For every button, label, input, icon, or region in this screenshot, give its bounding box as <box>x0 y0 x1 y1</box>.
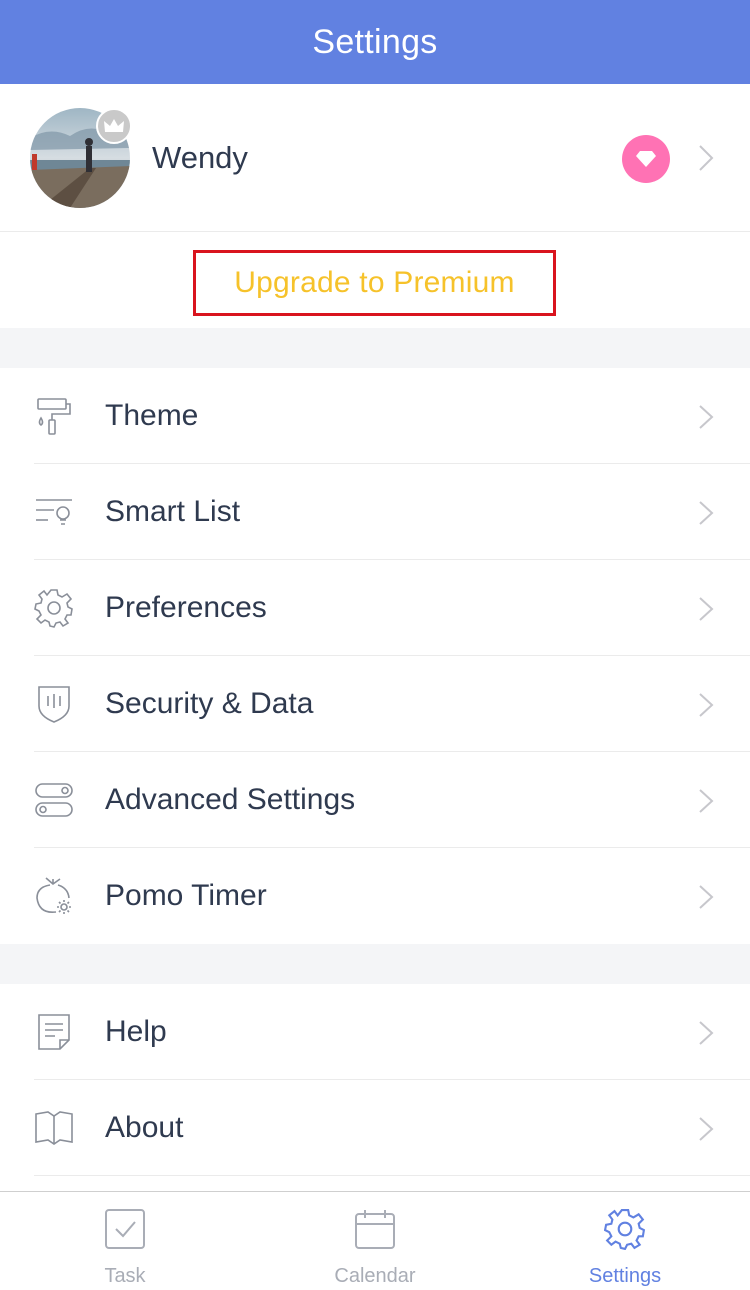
section-gap <box>0 944 750 984</box>
diamond-icon[interactable] <box>622 135 670 183</box>
divider <box>34 1175 750 1176</box>
upgrade-premium-button[interactable]: Upgrade to Premium <box>193 250 556 316</box>
settings-item-label: About <box>105 1111 184 1144</box>
tab-settings[interactable]: Settings <box>500 1192 750 1290</box>
settings-item-help[interactable]: Help <box>0 984 750 1080</box>
tab-task[interactable]: Task <box>0 1192 250 1290</box>
chevron-right-icon <box>698 788 714 819</box>
tab-calendar[interactable]: Calendar <box>250 1192 500 1290</box>
shield-icon <box>34 684 74 724</box>
settings-item-label: Advanced Settings <box>105 783 356 816</box>
tab-label: Task <box>104 1265 146 1287</box>
chevron-right-icon <box>698 884 714 915</box>
settings-item-about[interactable]: About <box>0 1080 750 1176</box>
section-gap <box>0 328 750 368</box>
tab-label: Settings <box>588 1265 662 1287</box>
page-title: Settings <box>312 22 438 61</box>
tab-bar: Task Calendar Settings <box>0 1191 750 1290</box>
settings-item-pomo-timer[interactable]: Pomo Timer <box>0 848 750 944</box>
settings-item-label: Security & Data <box>105 687 314 720</box>
settings-item-security[interactable]: Security & Data <box>0 656 750 752</box>
settings-item-advanced[interactable]: Advanced Settings <box>0 752 750 848</box>
chevron-right-icon <box>698 404 714 435</box>
settings-item-theme[interactable]: Theme <box>0 368 750 464</box>
calendar-icon <box>354 1208 396 1250</box>
chevron-right-icon <box>698 500 714 531</box>
paint-roller-icon <box>34 396 74 436</box>
settings-item-label: Preferences <box>105 591 267 624</box>
toggles-icon <box>34 780 74 820</box>
chevron-right-icon <box>698 1116 714 1147</box>
settings-item-label: Pomo Timer <box>105 879 267 912</box>
upgrade-row: Upgrade to Premium <box>0 232 750 328</box>
tomato-gear-icon <box>34 876 74 916</box>
crown-icon <box>96 108 132 144</box>
checkbox-icon <box>104 1208 146 1250</box>
chevron-right-icon <box>698 596 714 627</box>
smart-list-icon <box>34 492 74 532</box>
navigation-bar: Settings <box>0 0 750 84</box>
profile-row[interactable]: Wendy <box>0 84 750 232</box>
gear-icon <box>603 1208 646 1251</box>
chevron-right-icon <box>698 692 714 723</box>
gear-icon <box>34 588 74 628</box>
settings-item-preferences[interactable]: Preferences <box>0 560 750 656</box>
document-icon <box>34 1012 74 1052</box>
settings-item-label: Theme <box>105 399 199 432</box>
profile-name: Wendy <box>152 140 248 175</box>
settings-item-label: Smart List <box>105 495 241 528</box>
settings-item-label: Help <box>105 1015 167 1048</box>
tab-label: Calendar <box>334 1265 416 1287</box>
chevron-right-icon <box>698 144 714 177</box>
settings-group-info: Help About <box>0 984 750 1176</box>
settings-group-main: Theme Smart List Preferences Security & … <box>0 368 750 944</box>
chevron-right-icon <box>698 1020 714 1051</box>
book-icon <box>34 1108 74 1148</box>
settings-item-smart-list[interactable]: Smart List <box>0 464 750 560</box>
upgrade-label: Upgrade to Premium <box>234 266 515 299</box>
